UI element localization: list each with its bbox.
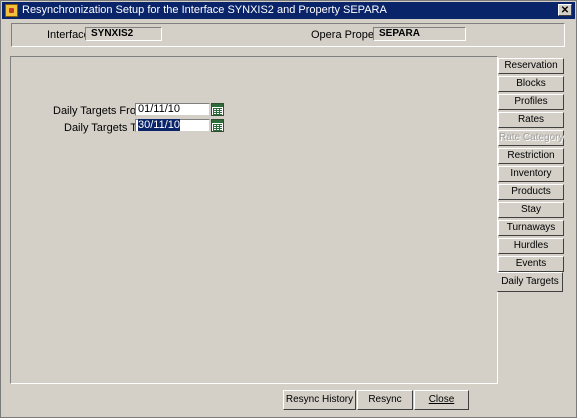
calendar-icon[interactable] <box>211 103 224 116</box>
resync-setup-window: Resynchronization Setup for the Interfac… <box>0 0 577 418</box>
daily-targets-to-label: Daily Targets To <box>64 122 142 134</box>
tab-blocks[interactable]: Blocks <box>498 76 564 92</box>
tab-rate-category: Rate Category <box>498 130 564 146</box>
daily-targets-to-value: 30/11/10 <box>138 119 181 131</box>
close-icon[interactable]: ✕ <box>558 4 572 16</box>
tab-daily-targets[interactable]: Daily Targets <box>497 272 563 292</box>
resync-button[interactable]: Resync <box>357 390 413 410</box>
property-field: SEPARA <box>373 27 466 41</box>
interface-label: Interface <box>47 29 90 41</box>
close-button-label: Close <box>428 394 455 405</box>
title-bar[interactable]: Resynchronization Setup for the Interfac… <box>2 2 575 19</box>
app-icon[interactable] <box>5 4 18 17</box>
tab-turnaways[interactable]: Turnaways <box>498 220 564 236</box>
tab-stay[interactable]: Stay <box>498 202 564 218</box>
close-button[interactable]: Close <box>414 390 469 410</box>
tab-inventory[interactable]: Inventory <box>498 166 564 182</box>
daily-targets-from-input[interactable]: 01/11/10 <box>135 103 210 116</box>
interface-field: SYNXIS2 <box>85 27 162 41</box>
tab-events[interactable]: Events <box>498 256 564 272</box>
tab-restriction[interactable]: Restriction <box>498 148 564 164</box>
daily-targets-to-input[interactable]: 30/11/10 <box>135 119 210 132</box>
tab-rates[interactable]: Rates <box>498 112 564 128</box>
daily-targets-from-label: Daily Targets From <box>53 105 146 117</box>
tab-profiles[interactable]: Profiles <box>498 94 564 110</box>
tab-reservation[interactable]: Reservation <box>498 58 564 74</box>
tab-hurdles[interactable]: Hurdles <box>498 238 564 254</box>
calendar-icon[interactable] <box>211 119 224 132</box>
resync-history-button[interactable]: Resync History <box>283 390 356 410</box>
window-title: Resynchronization Setup for the Interfac… <box>22 4 387 16</box>
tab-products[interactable]: Products <box>498 184 564 200</box>
